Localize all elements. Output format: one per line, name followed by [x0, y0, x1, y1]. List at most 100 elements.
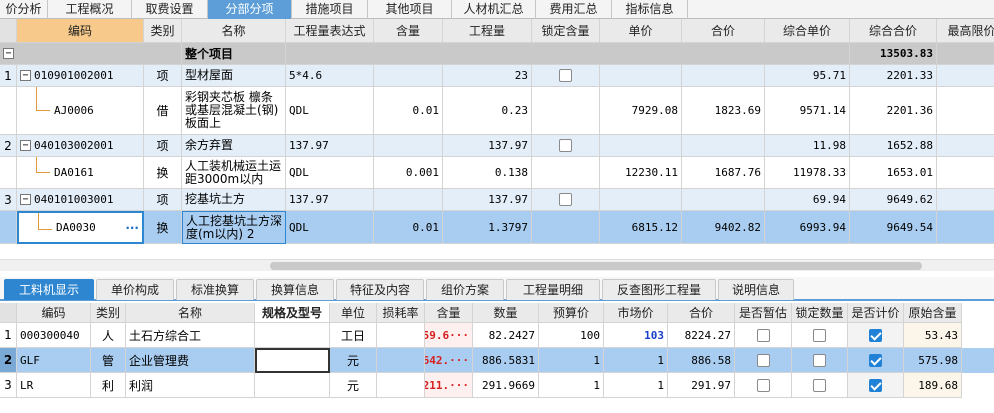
lock-content-cell[interactable]: [532, 135, 600, 157]
composite-total-cell[interactable]: 9649.62: [850, 189, 937, 211]
unit-price-cell[interactable]: [600, 135, 682, 157]
composite-unit-price-cell[interactable]: 11978.33: [765, 157, 850, 189]
tab-other-items[interactable]: 其他项目: [368, 0, 452, 19]
lower-header-code[interactable]: 编码: [17, 303, 91, 323]
max-price-cell[interactable]: [937, 189, 994, 211]
lock-content-cell[interactable]: [532, 65, 600, 87]
lower-type-cell[interactable]: 管: [91, 348, 126, 373]
total-price-cell[interactable]: [682, 189, 765, 211]
lower-type-cell[interactable]: 利: [91, 373, 126, 398]
market-price-cell[interactable]: 1: [604, 348, 668, 373]
lower-quantity-cell[interactable]: 291.9669: [473, 373, 539, 398]
tab-quantity-detail[interactable]: 工程量明细: [506, 279, 600, 300]
header-quantity[interactable]: 工程量: [443, 19, 532, 43]
lower-header-budget-price[interactable]: 预算价: [539, 303, 604, 323]
priced-cell[interactable]: [848, 348, 904, 373]
market-price-cell[interactable]: 1: [604, 373, 668, 398]
unit-price-cell[interactable]: [600, 65, 682, 87]
type-cell[interactable]: 项: [144, 189, 182, 211]
spec-cell[interactable]: [255, 348, 330, 373]
qty-expression-cell[interactable]: 137.97: [286, 189, 374, 211]
priced-cell[interactable]: [848, 373, 904, 398]
name-cell[interactable]: 余方弃置: [182, 135, 286, 157]
lower-row[interactable]: 2 GLF 管企业管理费元 642.··· 886.5831 1 1 886.58 575.98: [0, 348, 994, 373]
lower-total-cell[interactable]: 8224.27: [668, 323, 735, 348]
content-cell[interactable]: [374, 189, 443, 211]
composite-unit-price-cell[interactable]: 95.71: [765, 65, 850, 87]
name-cell[interactable]: 人工装机械运土运距3000m以内: [182, 157, 286, 189]
unit-cell[interactable]: 元: [330, 348, 377, 373]
name-cell[interactable]: 型材屋面: [182, 65, 286, 87]
content-cell[interactable]: [374, 135, 443, 157]
composite-unit-price-cell[interactable]: 69.94: [765, 189, 850, 211]
header-type[interactable]: 类别: [144, 19, 182, 43]
provisional-cell[interactable]: [735, 348, 792, 373]
header-qty-expression[interactable]: 工程量表达式: [286, 19, 374, 43]
priced-checkbox[interactable]: [869, 378, 882, 392]
lower-quantity-cell[interactable]: 82.2427: [473, 323, 539, 348]
quantity-cell[interactable]: 137.97: [443, 135, 532, 157]
lock-content-cell[interactable]: [532, 189, 600, 211]
norm-row[interactable]: DA0161 换人工装机械运土运距3000m以内 QDL 0.001 0.138 1223…: [0, 157, 994, 189]
lower-header-content[interactable]: 含量: [425, 303, 473, 323]
composite-total-cell[interactable]: 2201.33: [850, 65, 937, 87]
lock-qty-checkbox[interactable]: [813, 378, 826, 392]
lower-total-cell[interactable]: 886.58: [668, 348, 735, 373]
tab-standard-conversion[interactable]: 标准换算: [176, 279, 254, 300]
priced-checkbox[interactable]: [869, 353, 882, 367]
priced-cell[interactable]: [848, 323, 904, 348]
lower-header-priced[interactable]: 是否计价: [848, 303, 904, 323]
type-cell[interactable]: 项: [144, 135, 182, 157]
collapse-icon[interactable]: −: [20, 194, 31, 205]
original-content-cell[interactable]: 189.68: [904, 373, 962, 398]
lock-qty-cell[interactable]: [792, 323, 848, 348]
lower-code-cell[interactable]: 000300040: [17, 323, 91, 348]
lower-header-spec[interactable]: 规格及型号: [255, 303, 330, 323]
tab-price-analysis[interactable]: 价分析: [0, 0, 48, 19]
unit-price-cell[interactable]: 7929.08: [600, 87, 682, 135]
spec-cell[interactable]: [255, 373, 330, 398]
lock-qty-cell[interactable]: [792, 373, 848, 398]
lower-header-unit[interactable]: 单位: [330, 303, 377, 323]
lower-header-type[interactable]: 类别: [91, 303, 126, 323]
market-price-cell[interactable]: 103: [604, 323, 668, 348]
qty-expression-cell[interactable]: QDL: [286, 211, 374, 244]
content-cell[interactable]: 0.01: [374, 211, 443, 244]
collapse-icon[interactable]: −: [20, 140, 31, 151]
item-row[interactable]: 1−010901002001 项型材屋面 5*4.6 23 95.71 2201.33: [0, 65, 994, 87]
lock-qty-checkbox[interactable]: [813, 328, 826, 342]
composite-total-cell[interactable]: 9649.54: [850, 211, 937, 244]
tab-fee-settings[interactable]: 取费设置: [132, 0, 208, 19]
tab-features-content[interactable]: 特征及内容: [336, 279, 424, 300]
budget-price-cell[interactable]: 1: [539, 348, 604, 373]
total-price-cell[interactable]: 1687.76: [682, 157, 765, 189]
lower-header-market-price[interactable]: 市场价: [604, 303, 668, 323]
tab-reverse-graphic-quantity[interactable]: 反查图形工程量: [602, 279, 716, 300]
total-price-cell[interactable]: 9402.82: [682, 211, 765, 244]
code-cell[interactable]: −040101003001: [17, 189, 144, 211]
lock-qty-cell[interactable]: [792, 348, 848, 373]
code-cell[interactable]: −040103002001: [17, 135, 144, 157]
max-price-cell[interactable]: [937, 135, 994, 157]
loss-rate-cell[interactable]: [377, 373, 425, 398]
provisional-cell[interactable]: [735, 323, 792, 348]
max-price-cell[interactable]: [937, 157, 994, 189]
loss-rate-cell[interactable]: [377, 348, 425, 373]
tab-labor-material-display[interactable]: 工料机显示: [4, 279, 94, 300]
tab-divisional-items[interactable]: 分部分项: [208, 0, 292, 19]
lock-content-cell[interactable]: [532, 87, 600, 135]
item-row[interactable]: 3−040101003001 项挖基坑土方 137.97 137.97 69.94 964…: [0, 189, 994, 211]
lock-content-cell[interactable]: [532, 157, 600, 189]
qty-expression-cell[interactable]: QDL: [286, 157, 374, 189]
header-unit-price[interactable]: 单价: [600, 19, 682, 43]
tab-project-overview[interactable]: 工程概况: [48, 0, 132, 19]
tab-indicator-info[interactable]: 指标信息: [612, 0, 688, 19]
composite-unit-price-cell[interactable]: 9571.14: [765, 87, 850, 135]
quantity-cell[interactable]: 137.97: [443, 189, 532, 211]
max-price-cell[interactable]: [937, 211, 994, 244]
lock-content-checkbox[interactable]: [559, 69, 572, 82]
budget-price-cell[interactable]: 100: [539, 323, 604, 348]
lower-header-loss-rate[interactable]: 损耗率: [377, 303, 425, 323]
code-cell[interactable]: −010901002001: [17, 65, 144, 87]
more-button[interactable]: ···: [125, 221, 139, 235]
